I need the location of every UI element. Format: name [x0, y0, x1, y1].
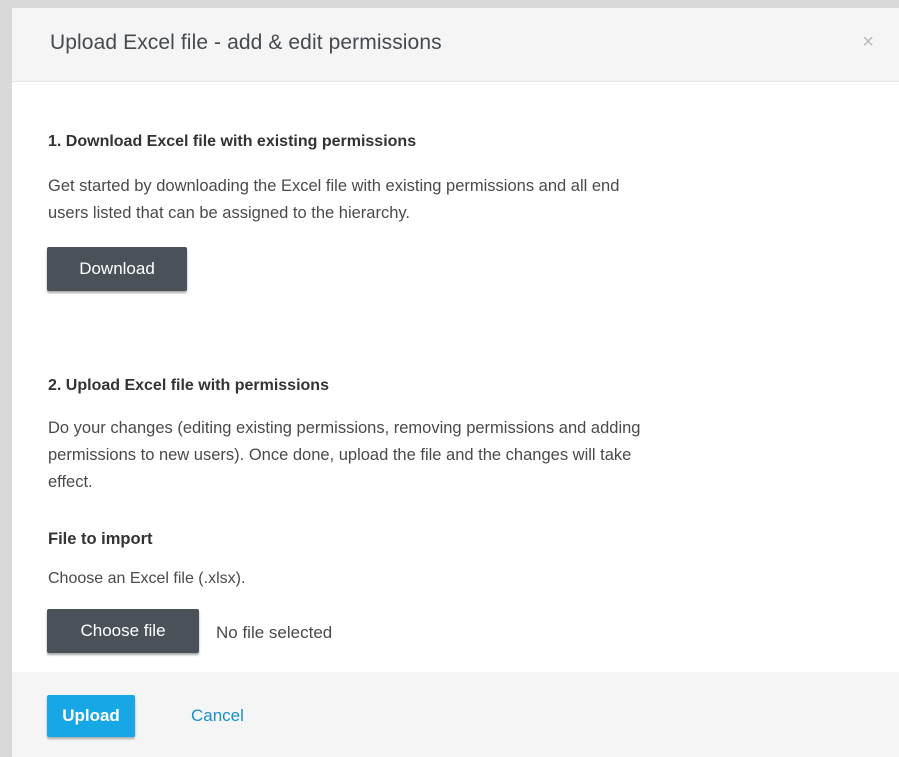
dialog-header: Upload Excel file - add & edit permissio… — [12, 8, 899, 82]
step2-description-line: permissions to new users). Once done, up… — [48, 446, 632, 464]
step1-description: Get started by downloading the Excel fil… — [48, 173, 860, 227]
dialog-footer: Upload Cancel — [12, 672, 899, 757]
step1-description-line: Get started by downloading the Excel fil… — [48, 177, 620, 195]
upload-button[interactable]: Upload — [47, 695, 135, 737]
close-icon[interactable]: × — [862, 32, 874, 52]
step1-description-line: users listed that can be assigned to the… — [48, 204, 410, 222]
step2-description-line: Do your changes (editing existing permis… — [48, 419, 641, 437]
step2-description: Do your changes (editing existing permis… — [48, 415, 860, 496]
step2-title: 2. Upload Excel file with permissions — [48, 377, 329, 394]
cancel-link[interactable]: Cancel — [191, 706, 244, 726]
no-file-selected-text: No file selected — [216, 623, 333, 642]
step1-title: 1. Download Excel file with existing per… — [48, 133, 417, 150]
choose-file-button[interactable]: Choose file — [47, 609, 199, 653]
dialog-title: Upload Excel file - add & edit permissio… — [50, 31, 442, 54]
upload-permissions-dialog: Upload Excel file - add & edit permissio… — [12, 8, 899, 757]
file-to-import-label: File to import — [48, 530, 153, 548]
step2-description-line: effect. — [48, 473, 93, 491]
file-hint: Choose an Excel file (.xlsx). — [48, 570, 246, 587]
download-button[interactable]: Download — [47, 247, 187, 291]
